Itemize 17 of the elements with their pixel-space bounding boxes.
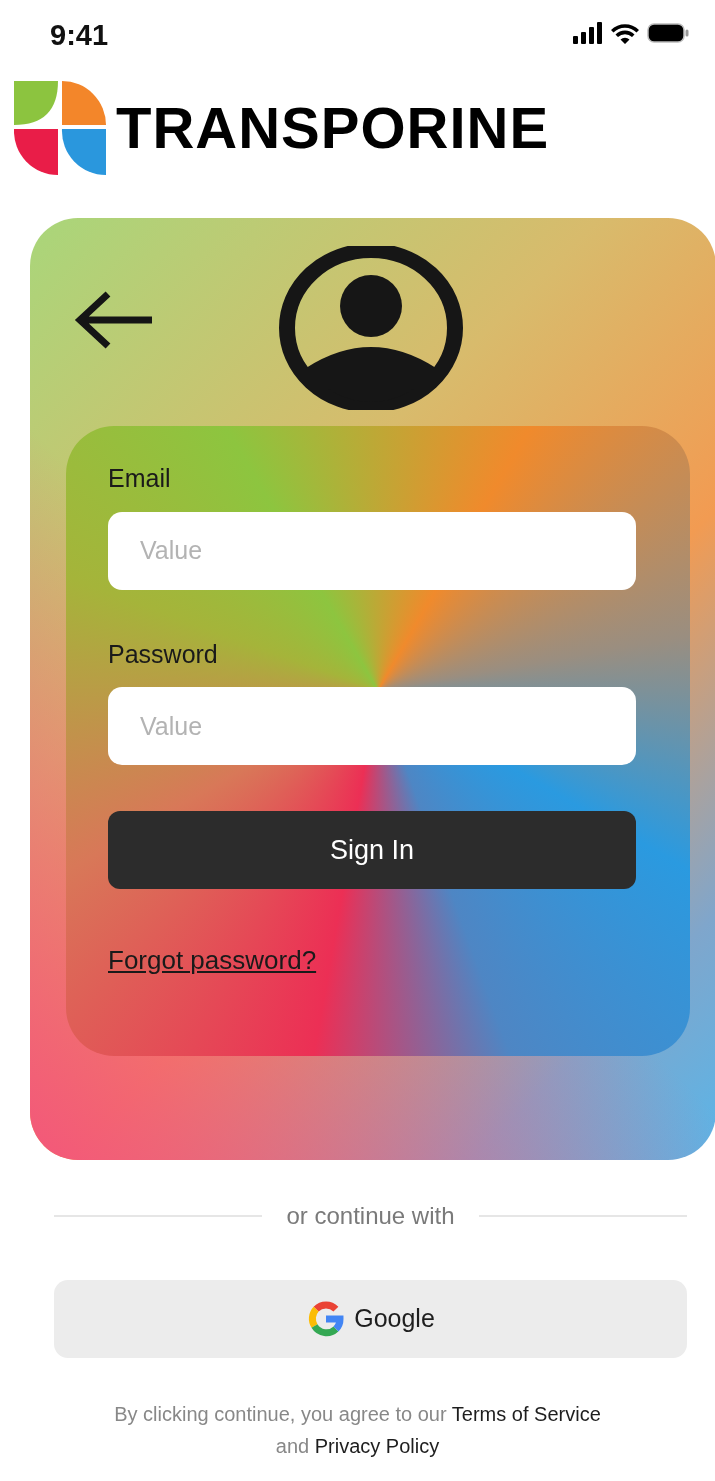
- privacy-link[interactable]: Privacy Policy: [314, 1435, 440, 1457]
- wifi-icon: [611, 22, 639, 44]
- user-avatar-icon: [278, 246, 464, 410]
- battery-icon: [647, 23, 689, 43]
- sign-in-button[interactable]: Sign In: [108, 811, 636, 889]
- terms-link[interactable]: Terms of Service: [451, 1403, 601, 1425]
- field-label: Password: [108, 638, 219, 670]
- forgot-password-link[interactable]: Forgot password?: [108, 945, 317, 975]
- google-button[interactable]: Google: [54, 1280, 687, 1358]
- input-field[interactable]: Value: [108, 687, 636, 765]
- brand-name: TRANSPORINE: [116, 99, 550, 157]
- field-label: Email: [108, 463, 172, 494]
- signal-icon: [573, 22, 603, 44]
- legal-text: By clicking continue, you agree to our Terms of Service and Privacy Policy: [113, 1402, 602, 1459]
- divider-text: or continue with: [286, 1201, 455, 1231]
- clock-time: 9:41: [50, 18, 109, 53]
- input-field[interactable]: Value: [108, 511, 636, 590]
